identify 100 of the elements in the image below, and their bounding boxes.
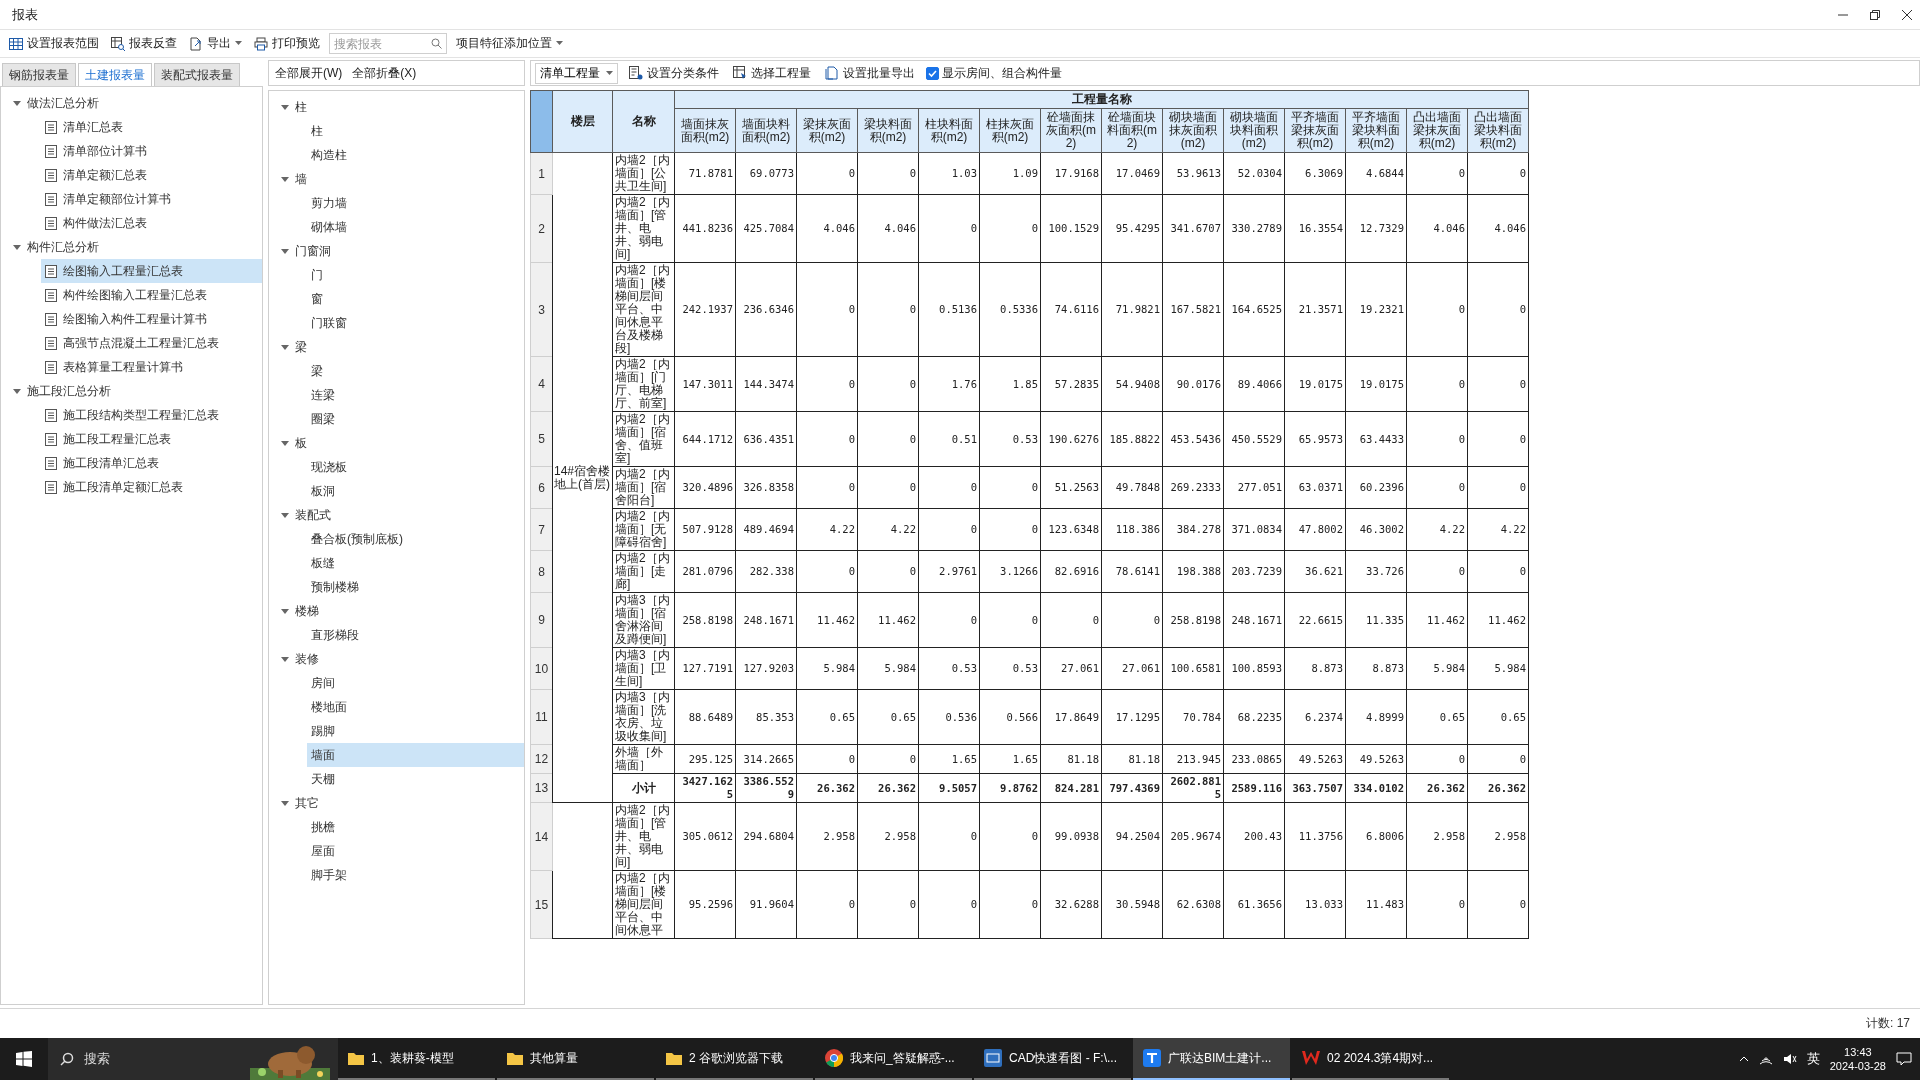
tree-item[interactable]: 清单汇总表 xyxy=(41,115,262,139)
start-icon[interactable] xyxy=(16,1051,32,1067)
table-cell: 0 xyxy=(1406,744,1468,774)
subtotal-cell: 2602.8815 xyxy=(1162,773,1224,803)
expanded-caret-icon[interactable] xyxy=(281,655,289,663)
expanded-caret-icon[interactable] xyxy=(13,99,21,107)
taskbar-app[interactable]: CAD快速看图 - F:\... xyxy=(974,1038,1131,1080)
tree-group-label[interactable]: 其它 xyxy=(295,794,319,812)
tree-item[interactable]: 踢脚 xyxy=(307,719,524,743)
dropdown-button[interactable]: 项目特征添加位置 xyxy=(453,33,566,54)
expanded-caret-icon[interactable] xyxy=(281,247,289,255)
tree-item[interactable]: 脚手架 xyxy=(307,863,524,887)
toolbar-button[interactable]: 打印预览 xyxy=(251,33,323,54)
tree-item[interactable]: 板缝 xyxy=(307,551,524,575)
expanded-caret-icon[interactable] xyxy=(13,387,21,395)
chevron-up-icon[interactable] xyxy=(1738,1056,1749,1062)
toolbar-button[interactable]: 设置分类条件 xyxy=(626,62,722,84)
tree-item[interactable]: 预制楼梯 xyxy=(307,575,524,599)
speaker-icon[interactable] xyxy=(1782,1053,1797,1065)
tree-item[interactable]: 施工段工程量汇总表 xyxy=(41,427,262,451)
dropdown[interactable]: 清单工程量 xyxy=(535,62,618,84)
tree-item[interactable]: 圈梁 xyxy=(307,407,524,431)
taskbar-app[interactable]: 其他算量 xyxy=(497,1038,654,1080)
tree-item[interactable]: 板洞 xyxy=(307,479,524,503)
taskbar-search-field[interactable]: 搜索 xyxy=(48,1038,338,1080)
tree-item[interactable]: 屋面 xyxy=(307,839,524,863)
input-method-label[interactable]: 英 xyxy=(1806,1050,1820,1068)
tree-group-label[interactable]: 楼梯 xyxy=(295,602,319,620)
tree-item[interactable]: 高强节点混凝土工程量汇总表 xyxy=(41,331,262,355)
tree-item[interactable]: 构件做法汇总表 xyxy=(41,211,262,235)
tree-item[interactable]: 清单定额部位计算书 xyxy=(41,187,262,211)
close-icon[interactable] xyxy=(1902,9,1912,20)
notification-icon[interactable] xyxy=(1896,1052,1912,1066)
tree-item[interactable]: 施工段清单汇总表 xyxy=(41,451,262,475)
corner-cell[interactable] xyxy=(530,90,553,153)
expanded-caret-icon[interactable] xyxy=(281,103,289,111)
tree-item[interactable]: 剪力墙 xyxy=(307,191,524,215)
tree-item[interactable]: 施工段清单定额汇总表 xyxy=(41,475,262,499)
tree-group-label[interactable]: 施工段汇总分析 xyxy=(27,382,111,400)
tree-item[interactable]: 表格算量工程量计算书 xyxy=(41,355,262,379)
tree-item[interactable]: 绘图输入构件工程量计算书 xyxy=(41,307,262,331)
tree-group-label[interactable]: 梁 xyxy=(295,338,307,356)
tab[interactable]: 钢筋报表量 xyxy=(2,63,76,86)
taskbar-app[interactable]: 1、装耕葵-模型 xyxy=(338,1038,495,1080)
expanded-caret-icon[interactable] xyxy=(281,343,289,351)
tree-item[interactable]: 构件绘图输入工程量汇总表 xyxy=(41,283,262,307)
tree-group-label[interactable]: 柱 xyxy=(295,98,307,116)
tree-item[interactable]: 天棚 xyxy=(307,767,524,791)
search-field[interactable]: 搜索报表 xyxy=(329,33,447,54)
tree-item[interactable]: 门 xyxy=(307,263,524,287)
tree-item[interactable]: 砌体墙 xyxy=(307,215,524,239)
expanded-caret-icon[interactable] xyxy=(13,243,21,251)
taskbar-app[interactable]: 2 谷歌浏览器下载 xyxy=(656,1038,813,1080)
expanded-caret-icon[interactable] xyxy=(281,175,289,183)
expanded-caret-icon[interactable] xyxy=(281,511,289,519)
toolbar-button[interactable]: 报表反查 xyxy=(108,33,180,54)
clock[interactable]: 13:43 2024-03-28 xyxy=(1829,1045,1886,1073)
table-cell: 33.726 xyxy=(1345,550,1407,593)
tree-group-label[interactable]: 墙 xyxy=(295,170,307,188)
taskbar-app[interactable]: 02 2024.3第4期对... xyxy=(1292,1038,1449,1080)
tree-item[interactable]: 构造柱 xyxy=(307,143,524,167)
tree-group-label[interactable]: 板 xyxy=(295,434,307,452)
taskbar-app[interactable]: 广联达BIM土建计... xyxy=(1133,1038,1290,1080)
tree-group-label[interactable]: 装修 xyxy=(295,650,319,668)
tree-group-label[interactable]: 做法汇总分析 xyxy=(27,94,99,112)
tree-item[interactable]: 清单部位计算书 xyxy=(41,139,262,163)
checkbox-label[interactable]: 显示房间、组合构件量 xyxy=(942,64,1062,82)
tree-button[interactable]: 全部展开(W) xyxy=(275,64,343,82)
tree-item[interactable]: 墙面 xyxy=(307,743,524,767)
tree-item[interactable]: 挑檐 xyxy=(307,815,524,839)
tree-item[interactable]: 叠合板(预制底板) xyxy=(307,527,524,551)
toolbar-button[interactable]: 设置报表范围 xyxy=(6,33,102,54)
restore-icon[interactable] xyxy=(1870,9,1880,20)
tab[interactable]: 装配式报表量 xyxy=(154,63,240,86)
taskbar-app[interactable]: 我来问_答疑解惑-... xyxy=(815,1038,972,1080)
toolbar-button[interactable]: 导出 xyxy=(186,33,245,54)
tree-item[interactable]: 施工段结构类型工程量汇总表 xyxy=(41,403,262,427)
tree-item[interactable]: 房间 xyxy=(307,671,524,695)
toolbar-button[interactable]: 选择工程量 xyxy=(730,62,814,84)
tree-item[interactable]: 梁 xyxy=(307,359,524,383)
toolbar-button[interactable]: 设置批量导出 xyxy=(822,62,918,84)
tree-group-label[interactable]: 装配式 xyxy=(295,506,331,524)
tree-item[interactable]: 绘图输入工程量汇总表 xyxy=(41,259,262,283)
checkbox[interactable] xyxy=(926,66,939,80)
expanded-caret-icon[interactable] xyxy=(281,439,289,447)
tree-item[interactable]: 柱 xyxy=(307,119,524,143)
expanded-caret-icon[interactable] xyxy=(281,799,289,807)
tree-group-label[interactable]: 门窗洞 xyxy=(295,242,331,260)
tree-item[interactable]: 门联窗 xyxy=(307,311,524,335)
tree-item[interactable]: 直形梯段 xyxy=(307,623,524,647)
tree-item[interactable]: 窗 xyxy=(307,287,524,311)
tree-group-label[interactable]: 构件汇总分析 xyxy=(27,238,99,256)
tab[interactable]: 土建报表量 xyxy=(78,63,152,86)
expanded-caret-icon[interactable] xyxy=(281,607,289,615)
tree-item[interactable]: 连梁 xyxy=(307,383,524,407)
tree-button[interactable]: 全部折叠(X) xyxy=(352,64,417,82)
wps-icon xyxy=(1302,1050,1320,1066)
tree-item[interactable]: 清单定额汇总表 xyxy=(41,163,262,187)
tree-item[interactable]: 现浇板 xyxy=(307,455,524,479)
tree-item[interactable]: 楼地面 xyxy=(307,695,524,719)
